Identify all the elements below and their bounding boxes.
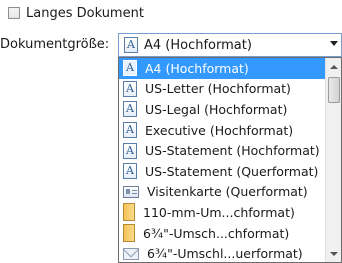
scroll-up-button[interactable]	[326, 58, 341, 75]
dropdown-item[interactable]: 110-mm-Um...chformat)	[119, 202, 326, 223]
long-document-label: Langes Dokument	[26, 5, 144, 21]
page-icon	[123, 163, 137, 180]
page-icon	[124, 37, 138, 53]
dropdown-item-label: US-Statement (Hochformat)	[145, 143, 320, 159]
page-icon	[123, 80, 137, 97]
dropdown-item[interactable]: US-Statement (Hochformat)	[119, 140, 326, 161]
dropdown-item-label: US-Letter (Hochformat)	[145, 81, 291, 97]
dropdown-item[interactable]: 6¾"-Umschl...uerformat)	[119, 243, 326, 262]
dropdown-item-label: A4 (Hochformat)	[145, 60, 249, 76]
long-document-option[interactable]: Langes Dokument	[8, 4, 144, 22]
scroll-down-button[interactable]	[326, 245, 341, 262]
dropdown-item[interactable]: Executive (Hochformat)	[119, 120, 326, 141]
dropdown-items: A4 (Hochformat) US-Letter (Hochformat) US-…	[119, 58, 326, 262]
document-size-selected-value: A4 (Hochformat)	[144, 37, 252, 53]
dropdown-scrollbar[interactable]	[325, 58, 341, 262]
dropdown-item[interactable]: US-Statement (Querformat)	[119, 161, 326, 182]
business-card-icon	[123, 185, 139, 198]
dropdown-item-label: 6¾"-Umsch...chformat)	[143, 225, 290, 241]
dropdown-item-label: US-Statement (Querformat)	[145, 163, 319, 179]
dropdown-item[interactable]: US-Letter (Hochformat)	[119, 79, 326, 100]
arrow-up-icon	[330, 64, 338, 69]
dropdown-item-label: US-Legal (Hochformat)	[145, 101, 288, 117]
dropdown-item[interactable]: A4 (Hochformat)	[119, 58, 326, 79]
long-document-checkbox[interactable]	[8, 7, 20, 19]
page-icon	[123, 101, 137, 118]
dropdown-item-label: Visitenkarte (Querformat)	[147, 184, 308, 200]
dropdown-item[interactable]: US-Legal (Hochformat)	[119, 99, 326, 120]
dropdown-item-label: Executive (Hochformat)	[145, 122, 294, 138]
envelope-portrait-icon	[123, 203, 135, 222]
dropdown-item[interactable]: Visitenkarte (Querformat)	[119, 182, 326, 203]
dropdown-item-label: 110-mm-Um...chformat)	[143, 204, 295, 220]
page-icon	[123, 122, 137, 139]
document-size-label: Dokumentgröße:	[0, 37, 110, 52]
dropdown-item[interactable]: 6¾"-Umsch...chformat)	[119, 223, 326, 244]
dropdown-item-label: 6¾"-Umschl...uerformat)	[147, 246, 303, 262]
envelope-landscape-icon	[123, 247, 139, 260]
arrow-down-icon	[330, 251, 338, 256]
scrollbar-thumb[interactable]	[328, 77, 340, 103]
document-size-dropdown-list: A4 (Hochformat) US-Letter (Hochformat) US-…	[118, 57, 342, 263]
document-size-select[interactable]: A4 (Hochformat)	[118, 33, 342, 57]
page-icon	[123, 60, 137, 77]
page-icon	[123, 142, 137, 159]
envelope-portrait-icon	[123, 224, 135, 243]
chevron-down-icon[interactable]	[330, 41, 338, 46]
